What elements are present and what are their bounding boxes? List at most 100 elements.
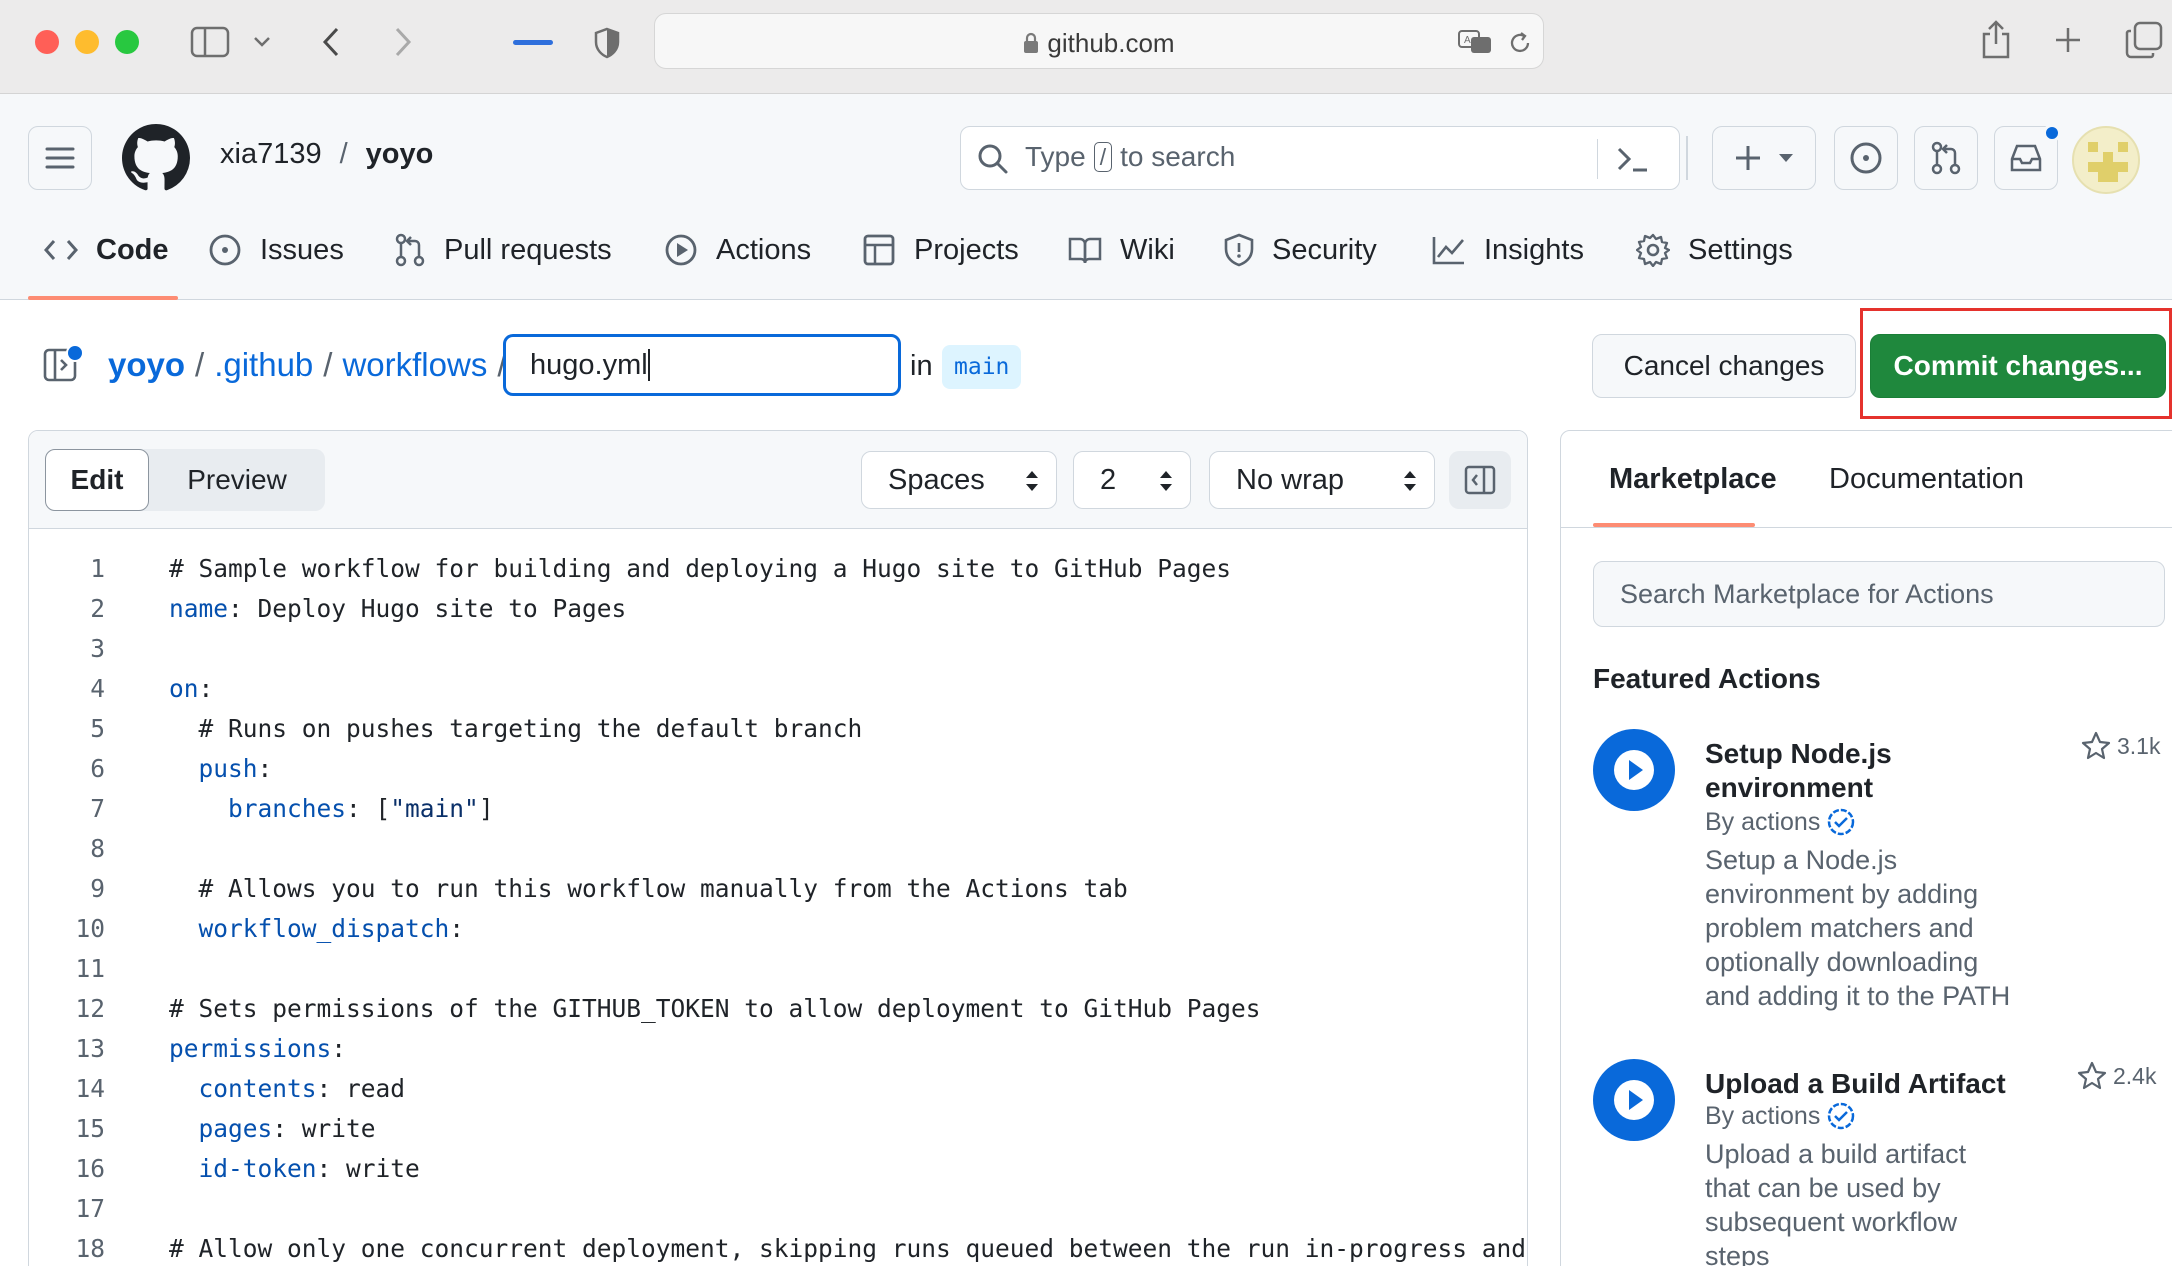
tab-actions[interactable]: Actions (664, 230, 811, 270)
tab-wiki[interactable]: Wiki (1068, 230, 1175, 270)
minimize-window-button[interactable] (75, 30, 99, 54)
tab-projects[interactable]: Projects (862, 230, 1019, 270)
line-number: 13 (75, 1034, 105, 1063)
code-line[interactable]: 18 # Allow only one concurrent deployment… (29, 1229, 1527, 1266)
reload-icon[interactable] (1505, 28, 1535, 58)
verified-icon (1828, 808, 1855, 836)
code-line[interactable]: 6 push: (29, 749, 1527, 789)
action-stars[interactable]: 3.1k (2081, 731, 2160, 761)
featured-actions-heading: Featured Actions (1593, 663, 1821, 694)
tab-pull-requests[interactable]: Pull requests (394, 230, 612, 270)
repo-owner-link[interactable]: xia7139 (220, 138, 322, 171)
breadcrumb-repo-link[interactable]: yoyo (108, 346, 185, 384)
tab-marketplace[interactable]: Marketplace (1609, 463, 1777, 496)
marketplace-search-input[interactable]: Search Marketplace for Actions (1593, 561, 2165, 627)
code-line[interactable]: 15 pages: write (29, 1109, 1527, 1149)
action-description-line: that can be used by (1705, 1173, 1941, 1203)
address-bar[interactable]: github.com A (654, 13, 1544, 69)
code-line[interactable]: 5 # Runs on pushes targeting the default… (29, 709, 1527, 749)
code-line[interactable]: 14 contents: read (29, 1069, 1527, 1109)
sidebar-toggle-icon[interactable] (188, 24, 232, 60)
tab-overview-icon[interactable] (2124, 20, 2164, 60)
forward-icon[interactable] (388, 24, 418, 60)
zoom-window-button[interactable] (115, 30, 139, 54)
translate-icon[interactable]: A (1455, 26, 1495, 58)
marketplace-search-placeholder: Search Marketplace for Actions (1620, 579, 1994, 609)
breadcrumb-workflows-link[interactable]: workflows (342, 346, 487, 384)
action-stars-count: 3.1k (2117, 732, 2161, 759)
code-line[interactable]: 7 branches: ["main"] (29, 789, 1527, 829)
code-line[interactable]: 12 # Sets permissions of the GITHUB_TOKEN… (29, 989, 1527, 1029)
chevron-down-icon[interactable] (250, 30, 274, 54)
pull-requests-button[interactable] (1914, 126, 1978, 190)
code-line[interactable]: 9 # Allows you to run this workflow manu… (29, 869, 1527, 909)
code-line[interactable]: 8 (29, 829, 1527, 869)
code-line[interactable]: 1 # Sample workflow for building and depl… (29, 549, 1527, 589)
code-text: : write (316, 1154, 420, 1183)
editor-toolbar: Edit Preview Spaces 2 No wrap (29, 431, 1527, 529)
issue-icon (1850, 142, 1882, 174)
search-input[interactable]: Type / to search (960, 126, 1680, 190)
tab-preview[interactable]: Preview (149, 449, 325, 511)
repo-name-link[interactable]: yoyo (366, 138, 434, 171)
tab-documentation[interactable]: Documentation (1829, 463, 2024, 496)
line-number: 15 (75, 1114, 105, 1143)
yaml-string: "main" (390, 794, 479, 823)
code-line[interactable]: 4 on: (29, 669, 1527, 709)
code-text: ] (478, 794, 494, 823)
action-description-line: subsequent workflow (1705, 1207, 1958, 1237)
tab-insights[interactable]: Insights (1432, 230, 1584, 270)
code-line[interactable]: 10 workflow_dispatch: (29, 909, 1527, 949)
wrap-mode-select[interactable]: No wrap (1209, 451, 1435, 509)
action-stars-count: 2.4k (2113, 1062, 2157, 1089)
line-number: 11 (75, 954, 105, 983)
tab-settings[interactable]: Settings (1636, 230, 1793, 270)
line-number: 7 (90, 794, 105, 823)
code-text: # Allow only one concurrent deployment, … (169, 1234, 1527, 1263)
branch-badge[interactable]: main (942, 345, 1022, 389)
filename-input[interactable]: hugo.yml (503, 334, 901, 396)
tab-issues[interactable]: Issues (208, 230, 344, 270)
line-number: 14 (75, 1074, 105, 1103)
code-line[interactable]: 11 (29, 949, 1527, 989)
tab-code[interactable]: Code (44, 230, 169, 270)
action-title-link[interactable]: Upload a Build Artifact (1705, 1067, 2006, 1101)
breadcrumb-github-link[interactable]: .github (214, 346, 313, 384)
action-description-line: and adding it to the PATH (1705, 981, 2011, 1011)
new-tab-icon[interactable] (2052, 24, 2084, 56)
privacy-shield-icon[interactable] (592, 26, 622, 60)
create-new-button[interactable] (1712, 126, 1816, 190)
indent-size-select[interactable]: 2 (1073, 451, 1191, 509)
github-logo-icon[interactable] (122, 124, 190, 192)
action-title-link[interactable]: Setup Node.js (1705, 737, 1892, 771)
action-title-link[interactable]: environment (1705, 771, 1873, 805)
line-content: name: Deploy Hugo site to Pages (169, 589, 626, 629)
indent-mode-select[interactable]: Spaces (861, 451, 1057, 509)
close-window-button[interactable] (35, 30, 59, 54)
tab-edit[interactable]: Edit (45, 449, 149, 511)
code-line[interactable]: 2 name: Deploy Hugo site to Pages (29, 589, 1527, 629)
action-stars[interactable]: 2.4k (2077, 1061, 2156, 1091)
code-text: : Deploy Hugo site to Pages (228, 594, 627, 623)
code-text: : (331, 1034, 347, 1063)
code-line[interactable]: 3 (29, 629, 1527, 669)
issues-button[interactable] (1834, 126, 1898, 190)
avatar[interactable] (2072, 126, 2140, 194)
tab-security-label: Security (1272, 233, 1377, 266)
hamburger-menu-button[interactable] (28, 126, 92, 190)
code-line[interactable]: 16 id-token: write (29, 1149, 1527, 1189)
command-palette-icon[interactable] (1615, 143, 1651, 175)
tab-security[interactable]: Security (1224, 230, 1377, 270)
breadcrumb-separator: / (323, 346, 333, 383)
yaml-key: id-token (198, 1154, 317, 1183)
cancel-changes-button[interactable]: Cancel changes (1592, 334, 1856, 398)
toggle-sidebar-button[interactable] (1449, 451, 1511, 509)
back-icon[interactable] (316, 24, 346, 60)
code-line[interactable]: 13 permissions: (29, 1029, 1527, 1069)
breadcrumb-separator: / (195, 346, 205, 383)
share-icon[interactable] (1978, 18, 2014, 62)
code-content[interactable]: 1 # Sample workflow for building and depl… (29, 549, 1527, 1266)
code-line[interactable]: 17 (29, 1189, 1527, 1229)
